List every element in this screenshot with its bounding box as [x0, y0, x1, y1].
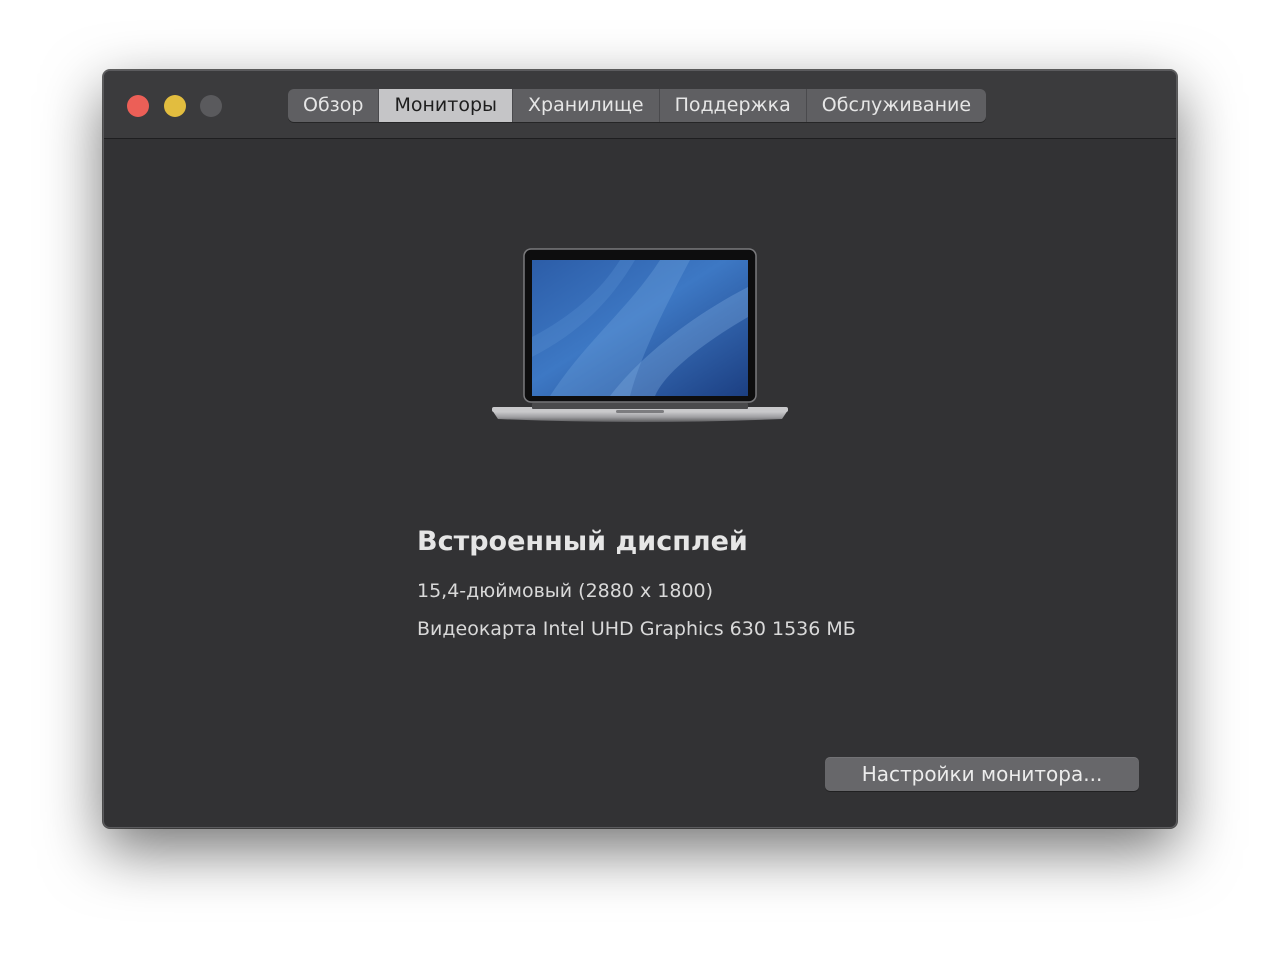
- tab-displays[interactable]: Мониторы: [379, 89, 514, 122]
- about-this-mac-window: Обзор Мониторы Хранилище Поддержка Обслу…: [103, 70, 1177, 828]
- display-name: Встроенный дисплей: [417, 526, 748, 557]
- display-settings-button[interactable]: Настройки монитора...: [825, 757, 1139, 791]
- tab-support[interactable]: Поддержка: [660, 89, 807, 122]
- zoom-window-button[interactable]: [200, 95, 222, 117]
- close-window-button[interactable]: [127, 95, 149, 117]
- tab-overview[interactable]: Обзор: [288, 89, 380, 122]
- minimize-window-button[interactable]: [164, 95, 186, 117]
- display-size-resolution: 15,4-дюймовый (2880 x 1800): [417, 580, 714, 602]
- tab-storage[interactable]: Хранилище: [513, 89, 660, 122]
- tab-bar: Обзор Мониторы Хранилище Поддержка Обслу…: [288, 89, 987, 122]
- macbook-pro-icon: [492, 248, 788, 422]
- graphics-card-info: Видеокарта Intel UHD Graphics 630 1536 М…: [417, 618, 856, 640]
- tab-service[interactable]: Обслуживание: [807, 89, 986, 122]
- title-bar: Обзор Мониторы Хранилище Поддержка Обслу…: [104, 71, 1176, 139]
- display-info: Встроенный дисплей 15,4-дюймовый (2880 x…: [417, 526, 856, 640]
